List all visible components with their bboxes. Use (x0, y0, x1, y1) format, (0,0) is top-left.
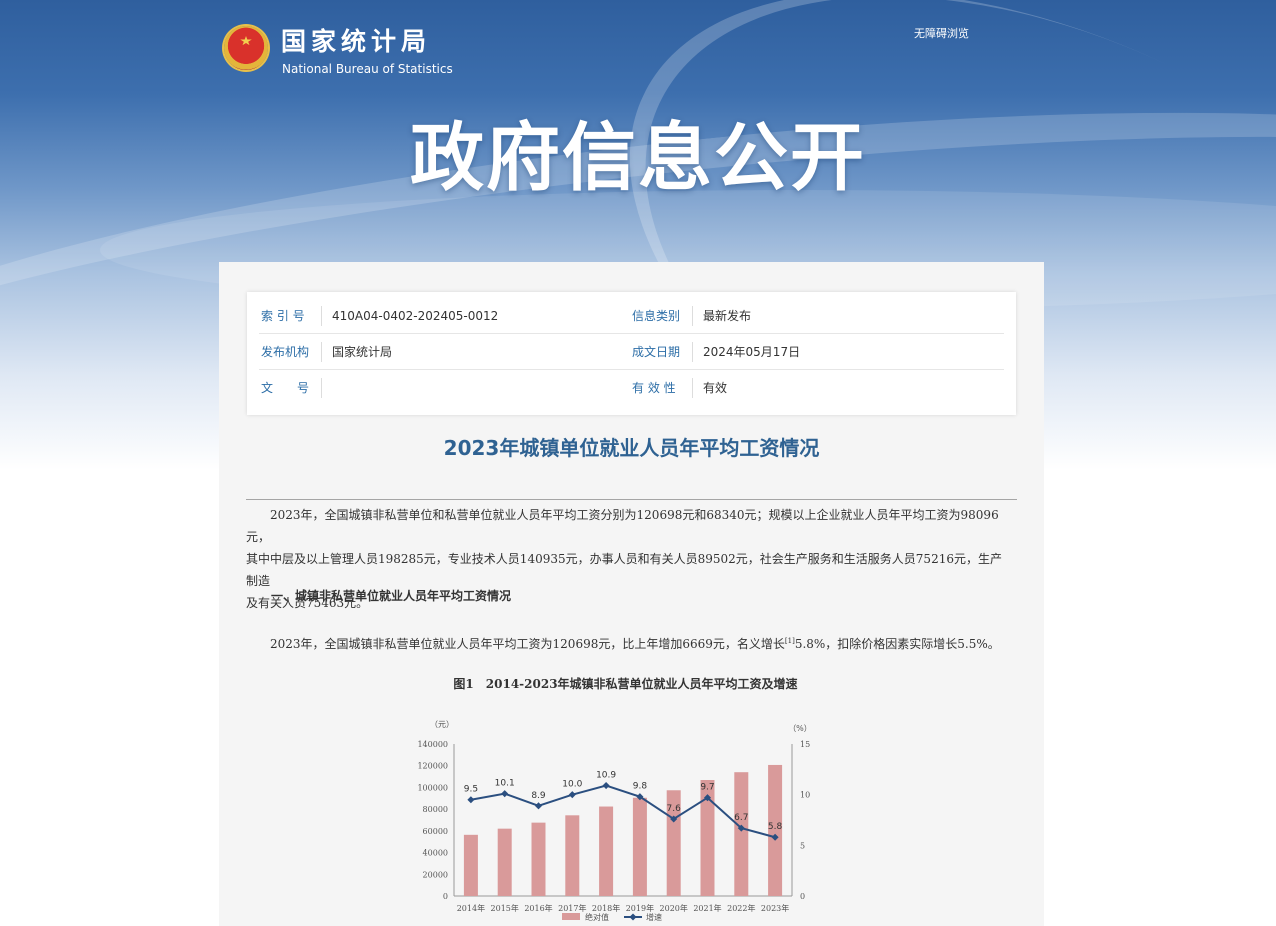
date-label: 成文日期 (632, 342, 693, 362)
category-value: 最新发布 (703, 309, 752, 323)
accessibility-link[interactable]: 无障碍浏览 (914, 25, 969, 41)
bar-2015年 (497, 828, 512, 896)
banner-title: 政府信息公开 (410, 115, 866, 201)
figure-caption: 图1 2014-2023年城镇非私营单位就业人员年平均工资及增速 (219, 675, 1044, 692)
growth-rate-label: 6.7 (734, 813, 748, 823)
category-label: 2021年 (693, 903, 721, 913)
right-axis-unit: （%） (788, 724, 812, 733)
index-number-label: 索 引 号 (261, 306, 322, 326)
validity-value: 有效 (703, 381, 728, 395)
bar-2018年 (599, 806, 614, 896)
publisher-label: 发布机构 (261, 342, 322, 362)
legend-bar-label: 绝对值 (585, 912, 609, 922)
growth-rate-label: 10.0 (562, 780, 582, 790)
section-paragraph: 2023年，全国城镇非私营单位就业人员年平均工资为120698元，比上年增加66… (246, 630, 1006, 655)
growth-rate-label: 10.9 (596, 771, 616, 781)
category-label: 2022年 (727, 903, 755, 913)
right-tick-label: 5 (800, 841, 805, 850)
left-tick-label: 100000 (417, 783, 448, 792)
section-heading: 一、城镇非私营单位就业人员年平均工资情况 (271, 589, 512, 603)
figure-label: 图1 (453, 677, 474, 691)
right-tick-label: 0 (800, 892, 805, 901)
bar-2014年 (463, 834, 478, 896)
growth-rate-label: 9.5 (464, 785, 478, 795)
title-divider (246, 499, 1017, 500)
left-tick-label: 20000 (423, 870, 448, 879)
growth-rate-label: 9.8 (633, 782, 648, 792)
article-title: 2023年城镇单位就业人员年平均工资情况 (443, 436, 820, 460)
intro-line: 其中中层及以上管理人员198285元，专业技术人员140935元，办事人员和有关… (246, 552, 1002, 588)
legend-line-label: 增速 (646, 912, 662, 922)
growth-rate-label: 7.6 (667, 804, 682, 814)
left-tick-label: 0 (443, 892, 448, 901)
growth-rate-label: 8.9 (531, 791, 546, 801)
category-label: 2023年 (761, 903, 789, 913)
publisher-value: 国家统计局 (332, 345, 393, 359)
figure-title: 2014-2023年城镇非私营单位就业人员年平均工资及增速 (485, 677, 798, 691)
metadata-row: 发布机构 国家统计局 成文日期 2024年05月17日 (259, 334, 1004, 370)
right-tick-label: 15 (800, 740, 810, 749)
growth-rate-label: 9.7 (700, 783, 714, 793)
category-label: 2016年 (524, 903, 552, 913)
content-panel: 索 引 号 410A04-0402-202405-0012 信息类别 最新发布 … (219, 262, 1044, 926)
date-value: 2024年05月17日 (703, 345, 801, 359)
metadata-row: 文 号 有 效 性 有效 (259, 370, 1004, 405)
left-tick-label: 60000 (423, 827, 448, 836)
footnote-marker[interactable]: [1] (785, 637, 795, 645)
growth-rate-line (470, 784, 776, 839)
category-label: 2018年 (592, 903, 620, 913)
growth-rate-point (501, 790, 509, 798)
document-metadata: 索 引 号 410A04-0402-202405-0012 信息类别 最新发布 … (247, 292, 1016, 415)
category-label: 2017年 (558, 903, 586, 913)
growth-rate-point (602, 782, 610, 790)
category-label: 2020年 (660, 903, 688, 913)
growth-rate-label: 5.8 (768, 822, 783, 832)
index-number-value: 410A04-0402-202405-0012 (332, 309, 499, 323)
growth-rate-label: 10.1 (495, 779, 515, 789)
bar-2017年 (565, 815, 580, 896)
bar-2019年 (632, 797, 647, 896)
national-emblem-icon (224, 26, 268, 70)
validity-label: 有 效 性 (632, 378, 693, 398)
site-logo-text-en[interactable]: National Bureau of Statistics (282, 62, 453, 76)
left-axis-unit: （元） (430, 720, 454, 729)
right-tick-label: 10 (800, 791, 810, 800)
wage-growth-chart: （元） （%） 0 20000 40000 60000 80000 100000 120000 1… (417, 720, 812, 922)
left-tick-label: 140000 (417, 740, 448, 749)
intro-line: 2023年，全国城镇非私营单位和私营单位就业人员年平均工资分别为120698元和… (246, 508, 999, 544)
category-label: 2014年 (457, 903, 485, 913)
section-text: 5.8%，扣除价格因素实际增长5.5%。 (794, 637, 1000, 651)
site-logo-text-cn[interactable]: 国家统计局 (281, 22, 431, 58)
legend-line-marker (629, 913, 637, 921)
growth-rate-point (467, 796, 475, 804)
left-tick-label: 40000 (423, 849, 448, 858)
section-text: 2023年，全国城镇非私营单位就业人员年平均工资为120698元，比上年增加66… (270, 637, 785, 651)
category-label: 2019年 (626, 903, 654, 913)
left-tick-label: 80000 (423, 805, 448, 814)
left-tick-label: 120000 (417, 762, 448, 771)
category-label: 信息类别 (632, 306, 693, 326)
legend-bar-swatch (562, 913, 580, 920)
bar-2022年 (734, 772, 749, 896)
bar-2016年 (531, 822, 546, 896)
metadata-row: 索 引 号 410A04-0402-202405-0012 信息类别 最新发布 (259, 298, 1004, 334)
growth-rate-point (534, 802, 543, 810)
growth-rate-point (568, 791, 576, 799)
document-number-label: 文 号 (261, 378, 322, 398)
category-label: 2015年 (491, 903, 519, 913)
